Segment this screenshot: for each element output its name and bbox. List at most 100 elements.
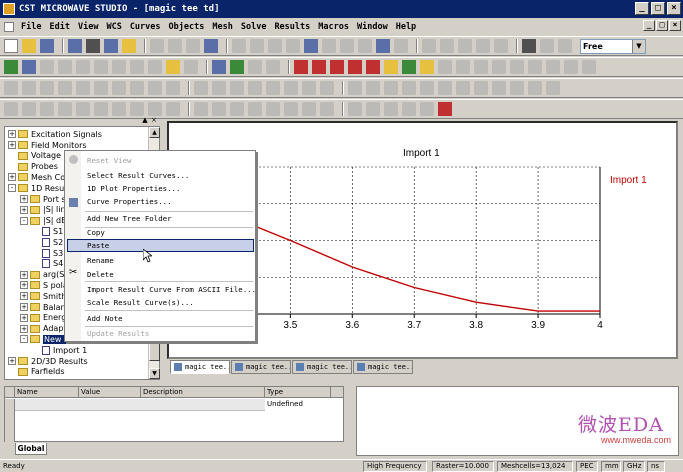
copy-icon[interactable] bbox=[104, 39, 118, 53]
expand-toggle-icon[interactable]: + bbox=[20, 313, 28, 322]
minimize-button[interactable]: _ bbox=[635, 2, 649, 15]
type-cell[interactable]: Undefined bbox=[267, 400, 303, 408]
t14-icon[interactable] bbox=[248, 81, 262, 95]
expand-toggle-icon[interactable]: + bbox=[20, 324, 28, 333]
t18-icon[interactable] bbox=[320, 81, 334, 95]
undo-icon[interactable] bbox=[168, 39, 182, 53]
expand-toggle-icon[interactable]: + bbox=[20, 303, 28, 312]
expand-toggle-icon[interactable]: + bbox=[8, 130, 16, 139]
folder-icon[interactable] bbox=[384, 60, 398, 74]
select-icon[interactable] bbox=[232, 39, 246, 53]
parameter-list[interactable]: Name Value Description Type Undefined bbox=[4, 386, 344, 442]
c23-icon[interactable] bbox=[420, 102, 434, 116]
menu-import-ascii[interactable]: Import Result Curve From ASCII File... bbox=[87, 283, 256, 296]
tree-item[interactable]: S4 bbox=[32, 259, 63, 270]
port-icon[interactable] bbox=[294, 60, 308, 74]
tree-item[interactable]: - New f bbox=[20, 334, 68, 345]
c12-icon[interactable] bbox=[212, 102, 226, 116]
c10-icon[interactable] bbox=[166, 102, 180, 116]
tree-item[interactable]: + Field Monitors bbox=[8, 140, 87, 151]
picture-icon[interactable] bbox=[204, 39, 218, 53]
tree-item[interactable]: +2D/3D Results bbox=[8, 356, 88, 367]
menu-results[interactable]: Results bbox=[270, 22, 314, 32]
view-icon[interactable] bbox=[358, 39, 372, 53]
expand-toggle-icon[interactable]: + bbox=[8, 357, 16, 366]
t8-icon[interactable] bbox=[130, 81, 144, 95]
title-bar[interactable]: CST MICROWAVE STUDIO - [magic tee td] _ … bbox=[0, 0, 683, 18]
c5-icon[interactable] bbox=[76, 102, 90, 116]
c22-icon[interactable] bbox=[402, 102, 416, 116]
tree-item[interactable]: S3 bbox=[32, 248, 63, 259]
t24-icon[interactable] bbox=[438, 81, 452, 95]
shape17-icon[interactable] bbox=[546, 60, 560, 74]
shape2-icon[interactable] bbox=[58, 60, 72, 74]
t28-icon[interactable] bbox=[510, 81, 524, 95]
parameter-row[interactable] bbox=[15, 399, 265, 411]
t27-icon[interactable] bbox=[492, 81, 506, 95]
tree-item[interactable]: S1 bbox=[32, 226, 63, 237]
copy-view-icon[interactable] bbox=[422, 39, 436, 53]
tree-item[interactable]: Farfields bbox=[8, 367, 65, 378]
expand-toggle-icon[interactable]: + bbox=[20, 270, 28, 279]
c14-icon[interactable] bbox=[248, 102, 262, 116]
t7-icon[interactable] bbox=[112, 81, 126, 95]
tree-item[interactable]: -1D Result bbox=[8, 183, 70, 194]
t6-icon[interactable] bbox=[94, 81, 108, 95]
t22-icon[interactable] bbox=[402, 81, 416, 95]
menu-paste[interactable]: Paste bbox=[87, 239, 109, 252]
expand-toggle-icon[interactable]: + bbox=[8, 173, 16, 182]
axes-icon[interactable] bbox=[376, 39, 390, 53]
c6-icon[interactable] bbox=[94, 102, 108, 116]
close-button[interactable]: × bbox=[667, 2, 681, 15]
c7-icon[interactable] bbox=[112, 102, 126, 116]
shape11-icon[interactable] bbox=[438, 60, 452, 74]
doc-close-button[interactable]: × bbox=[669, 20, 681, 31]
maximize-button[interactable]: □ bbox=[651, 2, 665, 15]
menu-1d-plot-properties[interactable]: 1D Plot Properties... bbox=[87, 182, 180, 195]
chevron-down-icon[interactable]: ▼ bbox=[632, 39, 645, 53]
t21-icon[interactable] bbox=[384, 81, 398, 95]
new-file-icon[interactable] bbox=[4, 39, 18, 53]
collapse-toggle-icon[interactable]: - bbox=[20, 216, 28, 225]
c1-icon[interactable] bbox=[4, 102, 18, 116]
shape18-icon[interactable] bbox=[564, 60, 578, 74]
paste-icon[interactable] bbox=[122, 39, 136, 53]
menu-add-note[interactable]: Add Note bbox=[87, 312, 123, 325]
menu-edit[interactable]: Edit bbox=[45, 22, 73, 32]
tree-item[interactable]: Voltage M bbox=[8, 151, 70, 162]
shape16-icon[interactable] bbox=[528, 60, 542, 74]
t30-icon[interactable] bbox=[546, 81, 560, 95]
menu-wcs[interactable]: WCS bbox=[102, 22, 125, 32]
collapse-icon[interactable]: ▲ bbox=[141, 117, 149, 125]
header-name[interactable]: Name bbox=[15, 387, 79, 398]
t17-icon[interactable] bbox=[302, 81, 316, 95]
header-value[interactable]: Value bbox=[79, 387, 141, 398]
shape1-icon[interactable] bbox=[40, 60, 54, 74]
port5-icon[interactable] bbox=[366, 60, 380, 74]
c19-icon[interactable] bbox=[348, 102, 362, 116]
t20-icon[interactable] bbox=[366, 81, 380, 95]
doc-minimize-button[interactable]: _ bbox=[643, 20, 655, 31]
tree-item[interactable]: + Mesh Con bbox=[8, 172, 70, 183]
menu-objects[interactable]: Objects bbox=[165, 22, 209, 32]
tree-item[interactable]: + Port s bbox=[20, 194, 66, 205]
cube-icon[interactable] bbox=[458, 39, 472, 53]
shape5-icon[interactable] bbox=[112, 60, 126, 74]
menu-macros[interactable]: Macros bbox=[314, 22, 353, 32]
expand-toggle-icon[interactable]: + bbox=[8, 141, 16, 150]
c13-icon[interactable] bbox=[230, 102, 244, 116]
zoom-box-icon[interactable] bbox=[304, 39, 318, 53]
scroll-up-button[interactable]: ▲ bbox=[149, 127, 160, 138]
results-icon[interactable] bbox=[420, 60, 434, 74]
doc-tab-4[interactable]: magic tee... bbox=[353, 360, 413, 374]
tree-item[interactable]: + arg(S) bbox=[20, 269, 67, 280]
t29-icon[interactable] bbox=[528, 81, 542, 95]
rotate-icon[interactable] bbox=[250, 39, 264, 53]
zoom-icon[interactable] bbox=[286, 39, 300, 53]
tree-item[interactable]: + |S| lin bbox=[20, 205, 66, 216]
t3-icon[interactable] bbox=[40, 81, 54, 95]
redo-icon[interactable] bbox=[186, 39, 200, 53]
t12-icon[interactable] bbox=[212, 81, 226, 95]
menu-window[interactable]: Window bbox=[353, 22, 392, 32]
collapse-toggle-icon[interactable]: - bbox=[20, 335, 28, 344]
